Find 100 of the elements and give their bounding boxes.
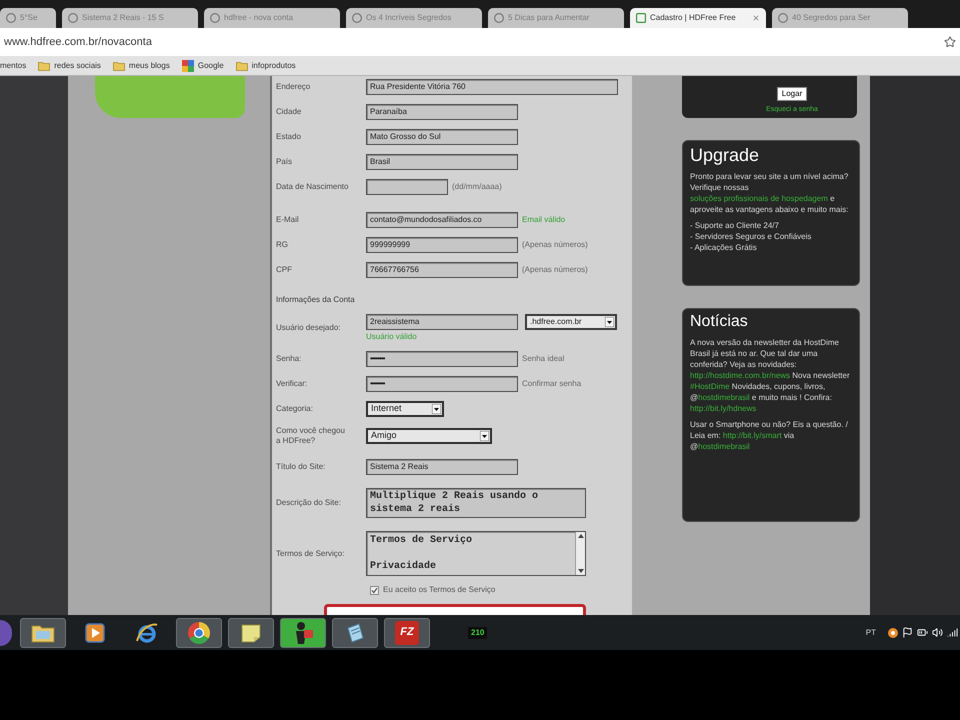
- taskbar-button[interactable]: FZ: [384, 618, 430, 648]
- input-field[interactable]: 76667766756: [366, 262, 518, 278]
- circle-outline-icon: [778, 13, 788, 23]
- news-text: A nova versão da newsletter da HostDime Brasil já está no ar. Que tal dar uma conferida? Veja as novidades: http://hostdime.com.br/news Nova newsletter #HostDime Novidades, cupons, livros, @hostdimebrasil e muito mais ! Confira: http://bit.ly/hdnews: [690, 337, 851, 414]
- folder-icon: [31, 622, 55, 642]
- terms-line: Termos de Serviço: [370, 534, 474, 547]
- checkbox-label: Eu aceito os Termos de Serviço: [383, 585, 496, 595]
- field-label: E-Mail: [276, 215, 299, 225]
- circle-outline-icon: [352, 13, 362, 23]
- round-badge-icon[interactable]: [888, 628, 898, 638]
- circle-outline-icon: [68, 13, 78, 23]
- section-heading: Informações da Conta: [276, 295, 355, 305]
- field-hint: Confirmar senha: [522, 378, 582, 390]
- field-hint: Senha ideal: [522, 353, 564, 365]
- text-link[interactable]: #HostDime: [690, 382, 730, 391]
- feature-item: - Aplicações Grátis: [690, 242, 758, 253]
- feature-item: - Suporte ao Cliente 24/7: [690, 220, 780, 231]
- text-link[interactable]: soluções profissionais de hospedagem: [690, 194, 828, 203]
- text-link[interactable]: hostdimebrasil: [698, 393, 750, 402]
- caret-icon: [605, 317, 614, 327]
- folder-icon: [38, 60, 50, 70]
- ring-swoosh-icon: [135, 620, 159, 644]
- field-label: Usuário desejado:: [276, 323, 340, 333]
- news-text: Usar o Smartphone ou não? Eis a questão. / Leia em: http://bit.ly/smart via @hostdimebrasil: [690, 419, 849, 452]
- input-field[interactable]: Rua Presidente Vitória 760: [366, 79, 618, 95]
- input-field[interactable]: contato@mundodosafiliados.co: [366, 212, 518, 228]
- scrollbar[interactable]: [575, 532, 585, 575]
- field-label: Título do Site:: [276, 462, 326, 472]
- caret-icon: [432, 404, 441, 414]
- textarea-field[interactable]: Multiplique 2 Reais usando o sistema 2 reais: [366, 488, 586, 518]
- field-label: Endereço: [276, 82, 310, 92]
- square-outline-icon: [636, 13, 646, 23]
- field-label: Categoria:: [276, 404, 313, 414]
- field-label: Descrição do Site:: [276, 498, 341, 508]
- field-label: Senha:: [276, 354, 302, 364]
- text-link[interactable]: http://hostdime.com.br/news: [690, 371, 790, 380]
- circle-outline-icon: [210, 13, 220, 23]
- text-link[interactable]: http://bit.ly/hdnews: [690, 404, 756, 413]
- panel-title: Upgrade: [690, 144, 760, 166]
- star-icon[interactable]: [944, 36, 956, 48]
- field-hint: (dd/mm/aaaa): [452, 181, 502, 193]
- dropdown[interactable]: Amigo: [366, 428, 492, 444]
- play-tile-icon: [85, 622, 105, 642]
- close-icon[interactable]: [752, 14, 760, 22]
- taskbar-button[interactable]: [20, 618, 66, 648]
- domain-dropdown[interactable]: .hdfree.com.br: [525, 314, 617, 330]
- app-logo: FZ: [395, 620, 419, 644]
- field-label: Verificar:: [276, 379, 308, 389]
- signal-bars-icon[interactable]: [947, 627, 958, 638]
- terms-box[interactable]: Termos de Serviço Privacidade: [366, 531, 586, 576]
- bookmark-link[interactable]: mentos: [0, 60, 26, 72]
- language-indicator[interactable]: PT: [866, 626, 876, 638]
- browser-tab[interactable]: Cadastro | HDFree Free: [630, 8, 766, 28]
- input-field[interactable]: Mato Grosso do Sul: [366, 129, 518, 145]
- four-squares-icon: [182, 60, 194, 72]
- field-label: Cidade: [276, 107, 302, 117]
- date-field[interactable]: [366, 179, 448, 195]
- battery-icon[interactable]: [917, 627, 928, 638]
- flag-icon[interactable]: [902, 627, 913, 638]
- sticky-note-icon: [240, 622, 262, 644]
- input-field[interactable]: 2reaissistema: [366, 314, 518, 330]
- field-label: Data de Nascimento: [276, 182, 348, 192]
- field-hint: (Apenas números): [522, 239, 588, 251]
- field-label: Como você chegou a HDFree?: [276, 426, 346, 446]
- login-button[interactable]: Logar: [776, 87, 808, 101]
- bookmark-link[interactable]: Google: [182, 60, 224, 72]
- field-label: CPF: [276, 265, 292, 275]
- taskbar-button[interactable]: [176, 618, 222, 648]
- caret-icon: [480, 431, 489, 441]
- input-field[interactable]: Paranaíba: [366, 104, 518, 120]
- text-link[interactable]: hostdimebrasil: [698, 442, 750, 451]
- bookmark-link[interactable]: redes sociais: [38, 60, 101, 72]
- password-field[interactable]: ••••••••: [366, 351, 518, 367]
- text-link[interactable]: http://bit.ly/smart: [722, 431, 782, 440]
- bookmark-link[interactable]: infoprodutos: [236, 60, 296, 72]
- field-label: RG: [276, 240, 288, 250]
- input-field[interactable]: Brasil: [366, 154, 518, 170]
- input-field[interactable]: 999999999: [366, 237, 518, 253]
- taskbar-button[interactable]: [332, 618, 378, 648]
- dropdown[interactable]: Internet: [366, 401, 444, 417]
- validation-message: Email válido: [522, 214, 566, 226]
- checkbox[interactable]: [370, 586, 379, 594]
- field-hint: (Apenas números): [522, 264, 588, 276]
- terms-line: Privacidade: [370, 560, 438, 573]
- bookmark-link[interactable]: meus blogs: [112, 60, 170, 72]
- field-label: Termos de Serviço:: [276, 548, 344, 558]
- scroll-down-icon: [578, 569, 584, 573]
- password-field[interactable]: ••••••••: [366, 376, 518, 392]
- panel-title: Notícias: [690, 312, 749, 332]
- start-button[interactable]: [0, 620, 12, 646]
- validation-message: Usuário válido: [366, 332, 417, 342]
- upgrade-text: Pronto para levar seu site a um nível acima? Verifique nossas soluções profissionais de hospedagem e aproveite as vantagens abaixo e muito mais:: [690, 171, 850, 215]
- speaker-icon[interactable]: [932, 627, 943, 638]
- submit-button[interactable]: [324, 604, 586, 615]
- meter-gadget: 210: [468, 626, 488, 638]
- taskbar-button[interactable]: [280, 618, 326, 648]
- input-field[interactable]: Sistema 2 Reais: [366, 459, 518, 475]
- scroll-up-icon: [578, 534, 584, 538]
- taskbar-button[interactable]: [228, 618, 274, 648]
- field-label: País: [276, 157, 292, 167]
